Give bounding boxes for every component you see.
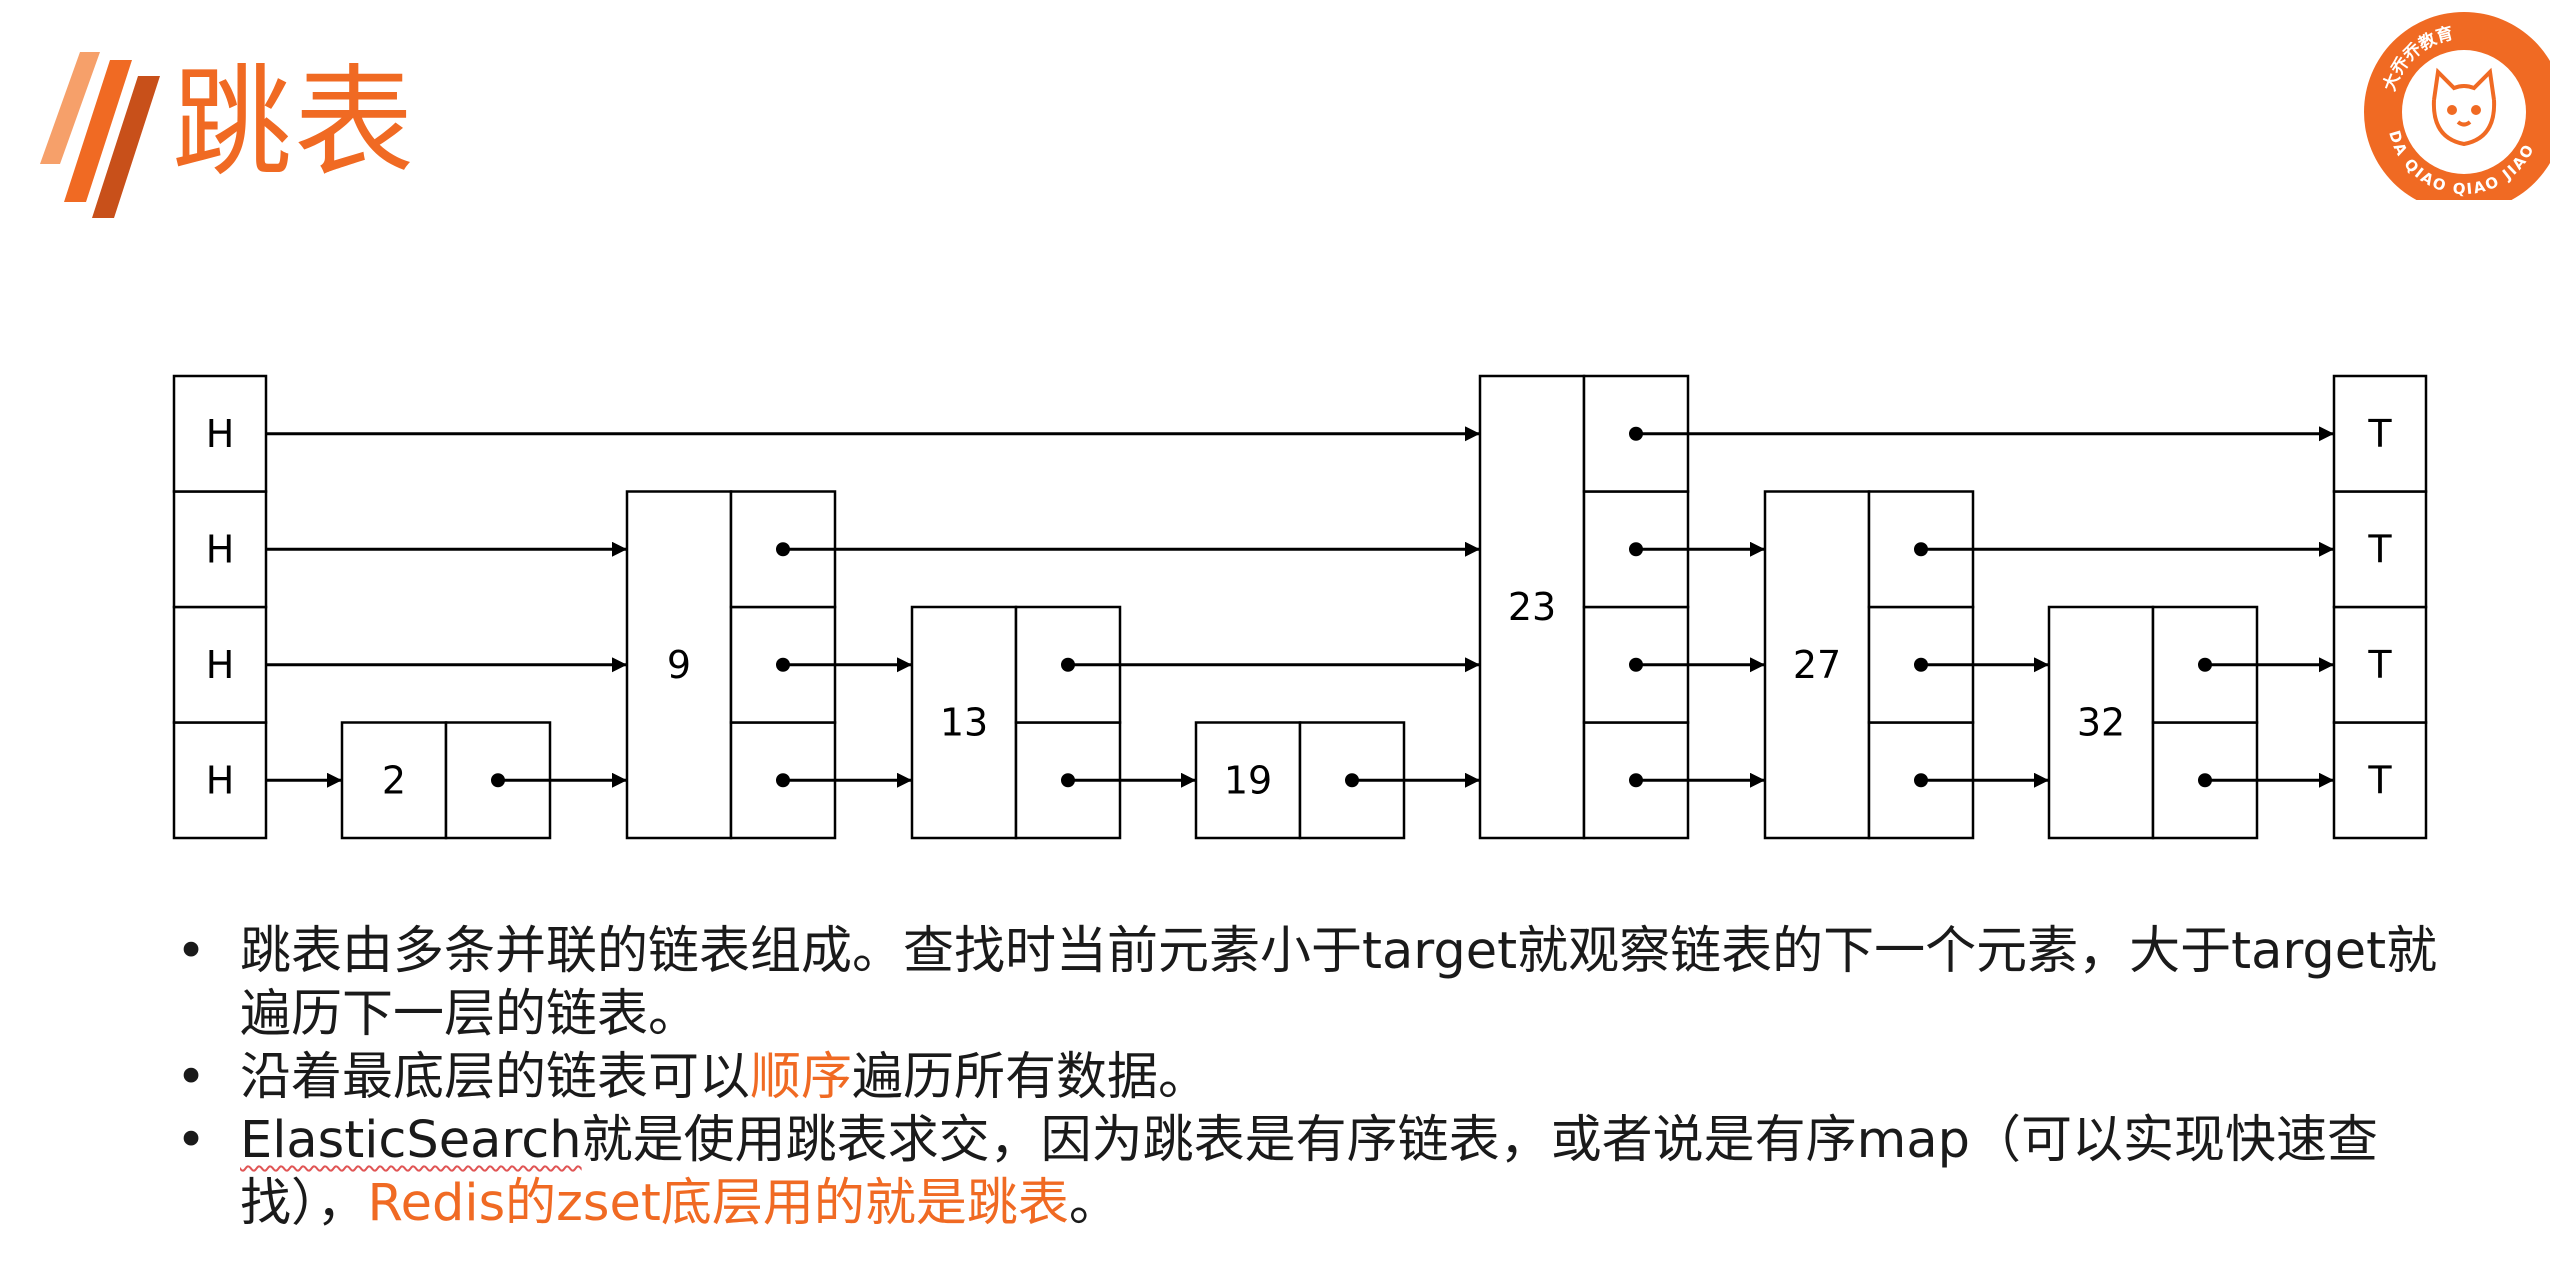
head-label: H: [206, 412, 235, 456]
node-value: 32: [2077, 701, 2125, 745]
slide: 跳表 大乔乔教育 DA QIAO QIAO JIAO H H H H T T T T 2 9 13 1…: [0, 0, 2550, 1287]
bullet-item: • 沿着最底层的链表可以顺序遍历所有数据。: [170, 1046, 2470, 1109]
bullet-text: 遍历所有数据。: [852, 1048, 1210, 1107]
head-label: H: [206, 527, 235, 571]
bullet-marker: •: [176, 922, 207, 981]
head-label: H: [206, 643, 235, 687]
node-value: 13: [940, 701, 988, 745]
bullet-text: 沿着最底层的链表可以: [240, 1048, 751, 1107]
node-value: 19: [1224, 758, 1272, 802]
node-value: 27: [1793, 643, 1841, 687]
head-label: H: [206, 758, 235, 802]
highlight-text: Redis的zset底层用的就是跳表: [367, 1174, 1069, 1233]
tail-label: T: [2367, 412, 2392, 456]
node-value: 23: [1508, 585, 1556, 629]
tail-label: T: [2367, 643, 2392, 687]
bullet-text: 。: [1068, 1174, 1120, 1233]
node-value: 2: [382, 758, 406, 802]
bullet-text: 跳表由多条并联的链表组成。查找时当前元素小于target就观察链表的下一个元素，…: [240, 922, 2438, 1044]
bullet-marker: •: [176, 1048, 207, 1107]
bullet-text: ElasticSearch: [240, 1111, 582, 1170]
tail-label: T: [2367, 527, 2392, 571]
highlight-text: 顺序: [750, 1048, 853, 1107]
tail-label: T: [2367, 758, 2392, 802]
bullet-list: • 跳表由多条并联的链表组成。查找时当前元素小于target就观察链表的下一个元素…: [170, 920, 2470, 1235]
bullet-item: • ElasticSearch就是使用跳表求交，因为跳表是有序链表，或者说是有序m…: [170, 1109, 2470, 1235]
bullet-marker: •: [176, 1111, 207, 1170]
node-value: 9: [667, 643, 691, 687]
bullet-item: • 跳表由多条并联的链表组成。查找时当前元素小于target就观察链表的下一个元素…: [170, 920, 2470, 1046]
